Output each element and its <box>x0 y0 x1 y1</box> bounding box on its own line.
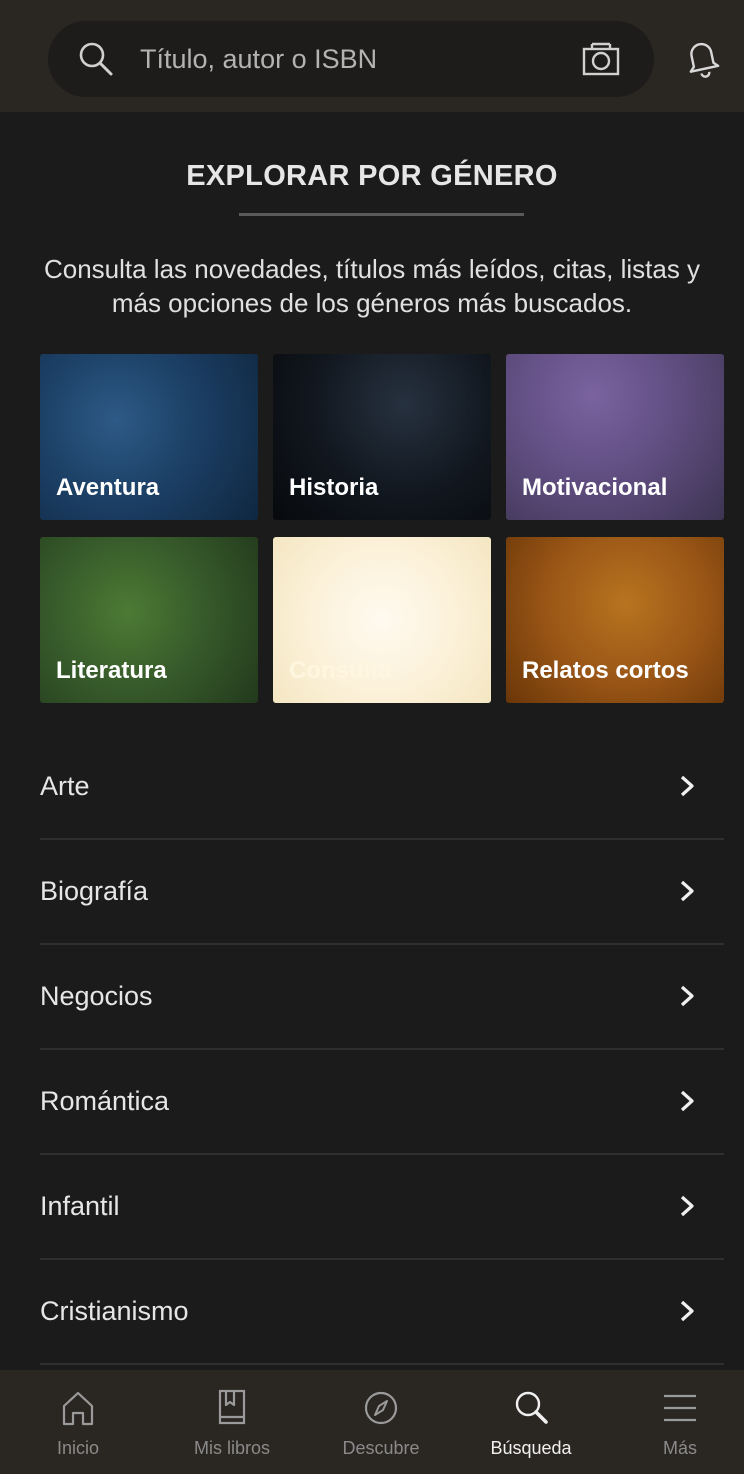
genre-list: Arte Biografía Negocios Romántica Infant… <box>40 735 724 1365</box>
chevron-right-icon <box>680 775 694 797</box>
nav-busqueda[interactable]: Búsqueda <box>457 1370 605 1474</box>
menu-icon <box>664 1394 696 1422</box>
nav-inicio[interactable]: Inicio <box>4 1370 152 1474</box>
genre-tile-historia[interactable]: Historia <box>273 354 491 520</box>
top-bar: Título, autor o ISBN <box>0 0 744 112</box>
genre-tile-relatos-cortos[interactable]: Relatos cortos <box>506 537 724 703</box>
genre-row-biografia[interactable]: Biografía <box>40 840 724 945</box>
genre-row-romantica[interactable]: Romántica <box>40 1050 724 1155</box>
genre-row-label: Negocios <box>40 981 153 1011</box>
nav-label: Búsqueda <box>490 1438 572 1458</box>
nav-label: Descubre <box>342 1438 420 1458</box>
home-icon <box>62 1391 94 1426</box>
genre-tile-label: Consulta <box>289 657 392 684</box>
genre-row-label: Cristianismo <box>40 1296 189 1326</box>
genre-row-infantil[interactable]: Infantil <box>40 1155 724 1260</box>
nav-mas[interactable]: Más <box>606 1370 744 1474</box>
genre-tile-label: Relatos cortos <box>522 657 689 684</box>
compass-icon <box>364 1391 398 1425</box>
nav-label: Inicio <box>56 1438 100 1458</box>
chevron-right-icon <box>680 880 694 902</box>
genre-tile-aventura[interactable]: Aventura <box>40 354 258 520</box>
genre-row-arte[interactable]: Arte <box>40 735 724 840</box>
genre-tile-label: Motivacional <box>522 474 668 501</box>
chevron-right-icon <box>680 1195 694 1217</box>
genre-tile-literatura[interactable]: Literatura <box>40 537 258 703</box>
nav-label: Mis libros <box>193 1438 270 1458</box>
section-title: EXPLORAR POR GÉNERO <box>186 160 558 192</box>
genre-tile-consulta[interactable]: Consulta <box>273 537 491 703</box>
search-input[interactable]: Título, autor o ISBN <box>140 21 377 97</box>
section-description: Consulta las novedades, títulos más leíd… <box>43 254 701 318</box>
genre-row-label: Biografía <box>40 876 149 906</box>
bell-icon[interactable] <box>684 37 720 79</box>
search-icon <box>79 42 113 76</box>
genre-row-negocios[interactable]: Negocios <box>40 945 724 1050</box>
genre-row-label: Infantil <box>40 1191 120 1221</box>
genre-tile-label: Aventura <box>56 474 160 501</box>
nav-label: Más <box>662 1438 697 1458</box>
genre-row-label: Arte <box>40 771 90 801</box>
search-bar[interactable]: Título, autor o ISBN <box>48 21 654 97</box>
camera-icon[interactable] <box>581 41 621 77</box>
genre-tile-label: Historia <box>289 474 379 501</box>
search-icon <box>515 1391 548 1424</box>
nav-mis-libros[interactable]: Mis libros <box>158 1370 306 1474</box>
nav-descubre[interactable]: Descubre <box>307 1370 455 1474</box>
book-icon <box>218 1389 246 1425</box>
genre-tile-motivacional[interactable]: Motivacional <box>506 354 724 520</box>
chevron-right-icon <box>680 1090 694 1112</box>
bottom-nav: Inicio Mis libros Descubre Búsqueda Más <box>0 1370 744 1474</box>
title-underline <box>239 213 524 216</box>
genre-row-cristianismo[interactable]: Cristianismo <box>40 1260 724 1365</box>
genre-tile-label: Literatura <box>56 657 167 684</box>
chevron-right-icon <box>680 1300 694 1322</box>
genre-row-label: Romántica <box>40 1086 170 1116</box>
chevron-right-icon <box>680 985 694 1007</box>
